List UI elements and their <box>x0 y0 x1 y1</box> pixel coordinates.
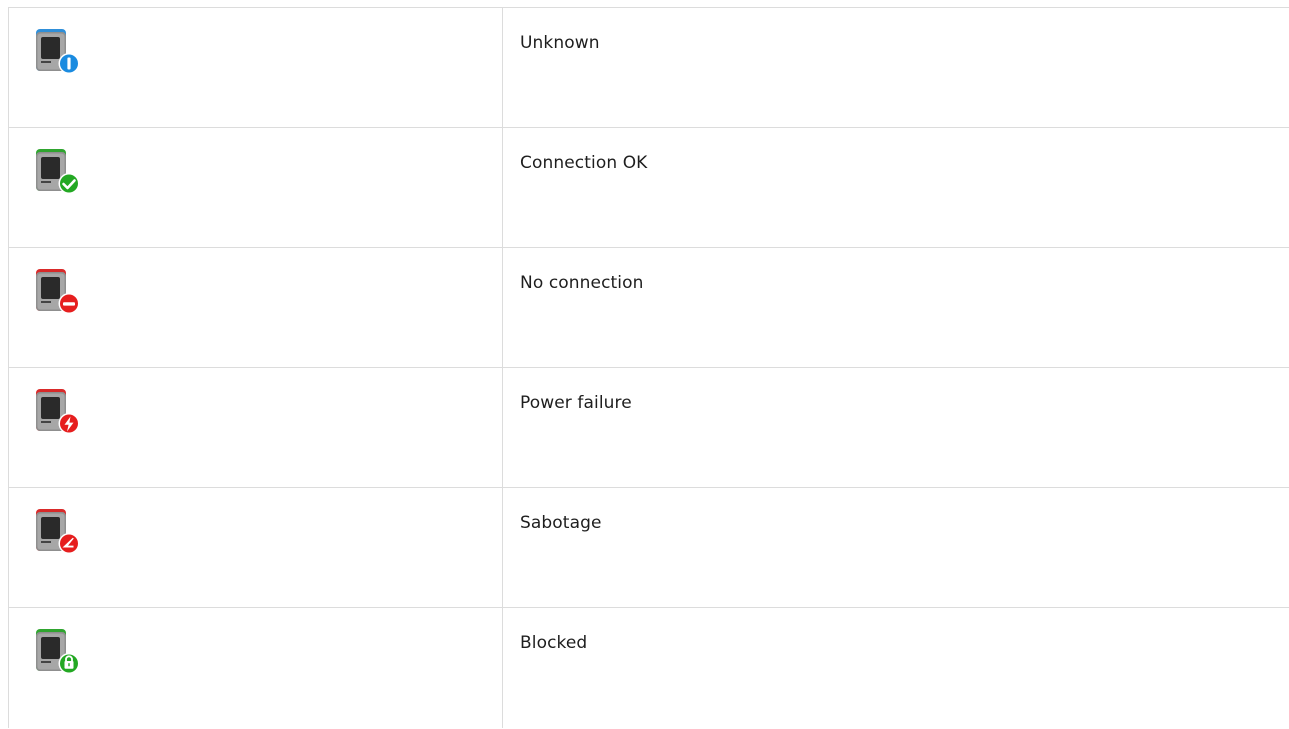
table-row: Sabotage <box>8 487 1289 608</box>
device-blocked-icon <box>33 627 81 675</box>
table-row: No connection <box>8 247 1289 368</box>
status-cell: Sabotage <box>502 487 1289 608</box>
icon-cell <box>8 247 503 368</box>
status-table-body: Unknown Connection OK No connection Power f… <box>8 7 1289 728</box>
table-row: Blocked <box>8 607 1289 728</box>
status-legend-table: Unknown Connection OK No connection Power f… <box>8 7 1289 728</box>
status-cell: No connection <box>502 247 1289 368</box>
status-cell: Blocked <box>502 607 1289 728</box>
status-label: Sabotage <box>520 513 602 533</box>
status-cell: Power failure <box>502 367 1289 488</box>
icon-cell <box>8 607 503 728</box>
status-label: No connection <box>520 273 644 293</box>
device-unknown-icon <box>33 27 81 75</box>
status-cell: Unknown <box>502 7 1289 128</box>
icon-cell <box>8 367 503 488</box>
table-row: Connection OK <box>8 127 1289 248</box>
device-power-failure-icon <box>33 387 81 435</box>
status-label: Blocked <box>520 633 588 653</box>
table-row: Unknown <box>8 7 1289 128</box>
status-label: Power failure <box>520 393 632 413</box>
icon-cell <box>8 7 503 128</box>
device-no-connection-icon <box>33 267 81 315</box>
table-row: Power failure <box>8 367 1289 488</box>
icon-cell <box>8 487 503 608</box>
icon-cell <box>8 127 503 248</box>
status-cell: Connection OK <box>502 127 1289 248</box>
device-connection-ok-icon <box>33 147 81 195</box>
status-label: Unknown <box>520 33 600 53</box>
device-sabotage-icon <box>33 507 81 555</box>
status-label: Connection OK <box>520 153 648 173</box>
